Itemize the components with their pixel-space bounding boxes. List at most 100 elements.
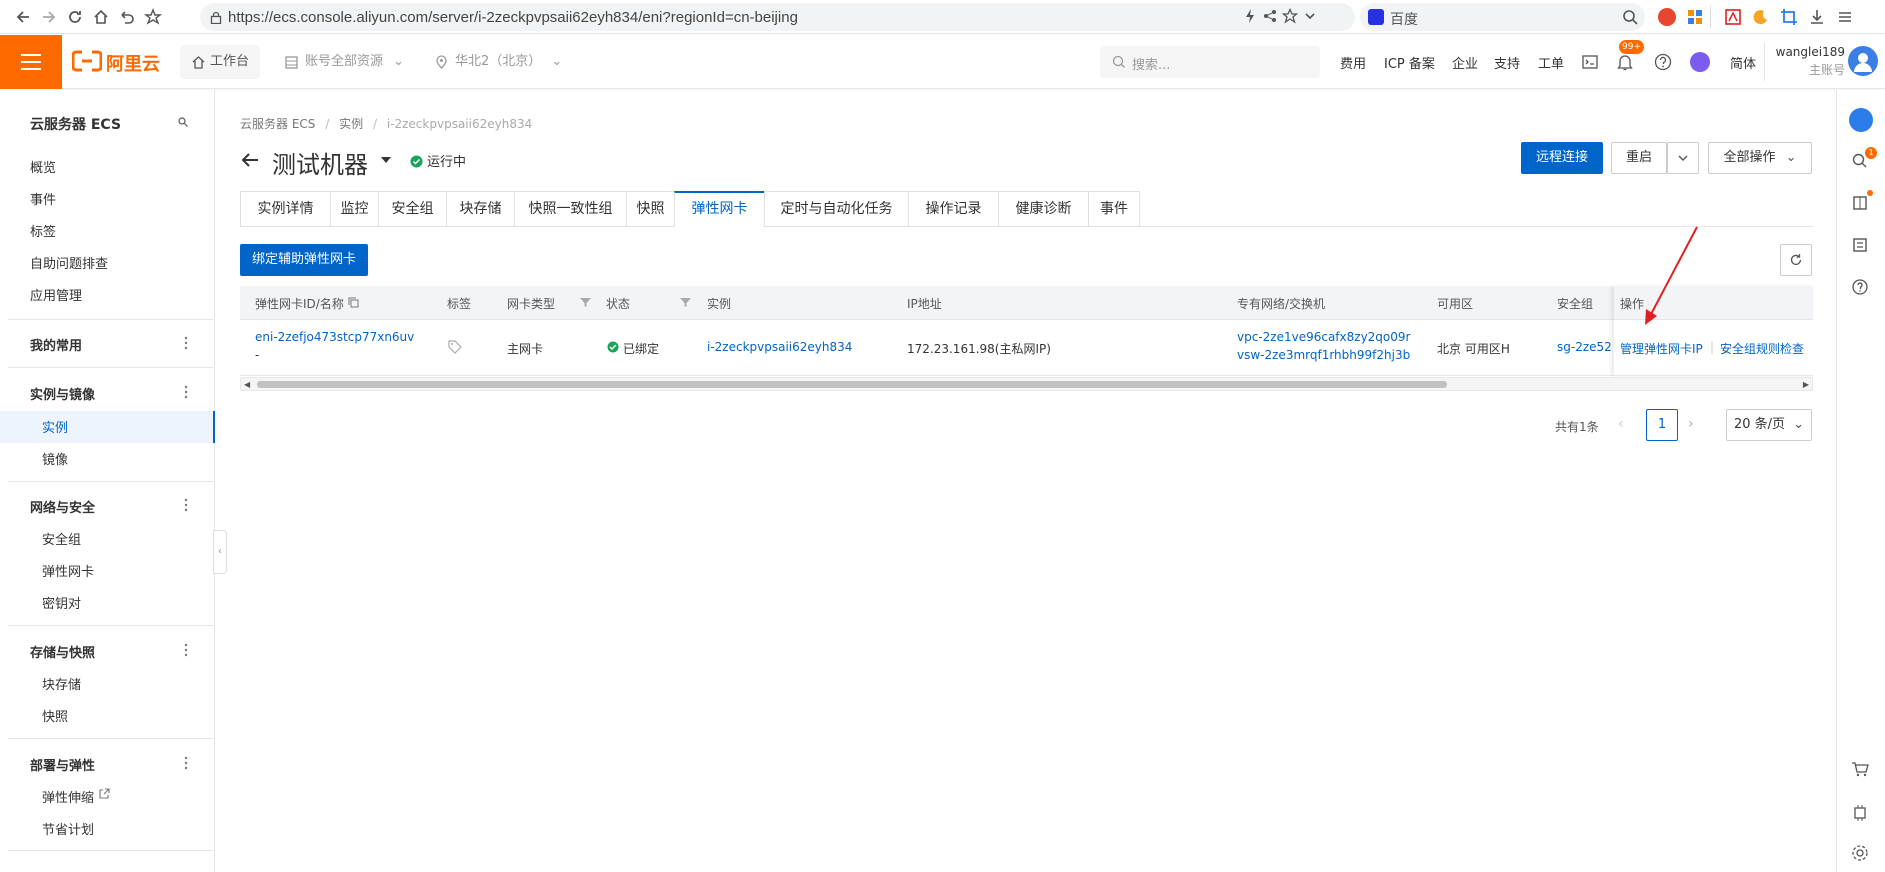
scroll-left-icon[interactable]: ◀: [244, 380, 250, 389]
sidebar-item-savings-plan[interactable]: 节省计划: [42, 819, 94, 838]
menu-icon[interactable]: [1836, 8, 1854, 26]
sidebar-group-deployment-elasticity[interactable]: 部署与弹性: [30, 755, 95, 774]
assistant-robot-icon[interactable]: [1849, 108, 1873, 132]
sidebar-collapse-toggle[interactable]: ‹: [213, 530, 227, 574]
tab-security-groups[interactable]: 安全组: [378, 191, 446, 227]
scroll-right-icon[interactable]: ▶: [1803, 380, 1809, 389]
more-icon[interactable]: [184, 643, 188, 657]
tab-snapshot-consistency-groups[interactable]: 快照一致性组: [514, 191, 626, 227]
header-link-support[interactable]: 支持: [1494, 53, 1520, 72]
horizontal-scrollbar[interactable]: ◀ ▶: [240, 377, 1813, 391]
forward-icon[interactable]: [40, 8, 58, 26]
search-icon[interactable]: [178, 117, 188, 127]
tab-eni[interactable]: 弹性网卡: [674, 191, 764, 227]
sidebar-item-block-storage[interactable]: 块存储: [42, 674, 81, 693]
chip-icon[interactable]: [1851, 804, 1871, 824]
eni-id-link[interactable]: eni-2zefjo473stcp77xn6uv: [255, 330, 414, 344]
sidebar-group-instances-images[interactable]: 实例与镜像: [30, 384, 95, 403]
cart-icon[interactable]: [1851, 760, 1871, 780]
console-search-input[interactable]: 搜索...: [1100, 46, 1320, 78]
page-size-select[interactable]: 20 条/页 ⌄: [1726, 409, 1812, 441]
download-icon[interactable]: [1808, 8, 1826, 26]
reload-icon[interactable]: [66, 8, 84, 26]
sidebar-item-auto-scaling[interactable]: 弹性伸缩: [42, 787, 94, 806]
all-operations-dropdown[interactable]: 全部操作 ⌄: [1708, 142, 1812, 174]
pdf-icon[interactable]: [1724, 8, 1742, 26]
terminal-icon[interactable]: [1582, 54, 1598, 70]
sidebar-item-instances[interactable]: 实例: [42, 417, 68, 436]
undo-icon[interactable]: [118, 8, 136, 26]
list-icon[interactable]: [1851, 236, 1871, 256]
tab-scheduled-tasks[interactable]: 定时与自动化任务: [764, 191, 908, 227]
tab-monitoring[interactable]: 监控: [330, 191, 378, 227]
tab-health-diagnosis[interactable]: 健康诊断: [998, 191, 1088, 227]
sidebar-group-favorites[interactable]: 我的常用: [30, 335, 82, 354]
help-icon[interactable]: [1851, 278, 1871, 298]
avatar[interactable]: [1848, 46, 1878, 76]
search-icon[interactable]: [1622, 9, 1638, 25]
more-icon[interactable]: [184, 498, 188, 512]
aliyun-logo[interactable]: 阿里云: [72, 49, 160, 75]
restart-more-dropdown[interactable]: [1667, 142, 1699, 174]
tab-operation-logs[interactable]: 操作记录: [908, 191, 998, 227]
tag-icon[interactable]: [448, 340, 462, 354]
sidebar-item-events[interactable]: 事件: [30, 189, 56, 208]
breadcrumb-ecs[interactable]: 云服务器 ECS: [240, 117, 315, 131]
breadcrumb-instances[interactable]: 实例: [339, 117, 363, 131]
notes-icon[interactable]: [1851, 194, 1871, 214]
tab-snapshots[interactable]: 快照: [626, 191, 674, 227]
header-link-ticket[interactable]: 工单: [1538, 53, 1564, 72]
language-switch[interactable]: 简体: [1730, 53, 1756, 72]
settings-gear-icon[interactable]: [1851, 844, 1871, 864]
favorite-star-icon[interactable]: [1282, 8, 1300, 26]
instance-link[interactable]: i-2zeckpvpsaii62eyh834: [707, 340, 852, 354]
share-icon[interactable]: [1262, 8, 1280, 26]
chevron-down-icon[interactable]: [1302, 8, 1320, 26]
hamburger-menu-button[interactable]: [0, 35, 62, 89]
bookmark-star-icon[interactable]: [144, 8, 162, 26]
crop-icon[interactable]: [1780, 8, 1798, 26]
sidebar-item-troubleshoot[interactable]: 自助问题排查: [30, 253, 108, 272]
workbench-button[interactable]: 工作台: [180, 45, 260, 79]
sidebar-item-keypairs[interactable]: 密钥对: [42, 593, 81, 612]
back-icon[interactable]: [14, 8, 32, 26]
restart-button[interactable]: 重启: [1611, 142, 1667, 174]
user-info[interactable]: wanglei189 主账号: [1775, 45, 1845, 78]
copy-icon[interactable]: [348, 297, 359, 308]
caret-down-icon[interactable]: [380, 156, 392, 164]
ai-assistant-icon[interactable]: [1690, 52, 1710, 72]
address-bar[interactable]: https://ecs.console.aliyun.com/server/i-…: [200, 3, 1355, 31]
browser-search-box[interactable]: 百度: [1360, 3, 1645, 31]
header-link-icp[interactable]: ICP 备案: [1384, 53, 1435, 72]
bell-icon[interactable]: [1617, 53, 1633, 71]
home-icon[interactable]: [92, 8, 110, 26]
vswitch-link[interactable]: vsw-2ze3mrqf1rhbh99f2hj3b: [1237, 348, 1410, 362]
bind-secondary-eni-button[interactable]: 绑定辅助弹性网卡: [240, 244, 368, 276]
moon-icon[interactable]: [1752, 8, 1770, 26]
filter-icon[interactable]: [680, 297, 691, 308]
header-link-enterprise[interactable]: 企业: [1452, 53, 1478, 72]
prev-page-icon[interactable]: ‹: [1618, 416, 1624, 432]
scrollbar-thumb[interactable]: [257, 381, 1447, 388]
sidebar-item-app-management[interactable]: 应用管理: [30, 285, 82, 304]
account-scope-dropdown[interactable]: 账号全部资源 ⌄: [285, 45, 404, 79]
filter-icon[interactable]: [580, 297, 591, 308]
sidebar-item-security-groups[interactable]: 安全组: [42, 529, 81, 548]
more-icon[interactable]: [184, 385, 188, 399]
back-arrow-icon[interactable]: [240, 150, 260, 170]
region-dropdown[interactable]: 华北2（北京） ⌄: [435, 45, 562, 79]
vpc-link[interactable]: vpc-2ze1ve96cafx8zy2qo09r: [1237, 330, 1410, 344]
sidebar-group-storage-snapshots[interactable]: 存储与快照: [30, 642, 95, 661]
apps-grid-icon[interactable]: [1686, 8, 1704, 26]
help-icon[interactable]: [1654, 53, 1672, 71]
more-icon[interactable]: [184, 336, 188, 350]
page-number-button[interactable]: 1: [1646, 409, 1678, 441]
sidebar-item-eni[interactable]: 弹性网卡: [42, 561, 94, 580]
sidebar-group-network-security[interactable]: 网络与安全: [30, 497, 95, 516]
security-group-link[interactable]: sg-2ze529: [1557, 340, 1612, 354]
remote-connect-button[interactable]: 远程连接: [1521, 142, 1603, 174]
extension-red-icon[interactable]: [1658, 8, 1676, 26]
refresh-button[interactable]: [1780, 244, 1812, 276]
next-page-icon[interactable]: ›: [1688, 416, 1694, 432]
tab-instance-details[interactable]: 实例详情: [240, 191, 330, 227]
